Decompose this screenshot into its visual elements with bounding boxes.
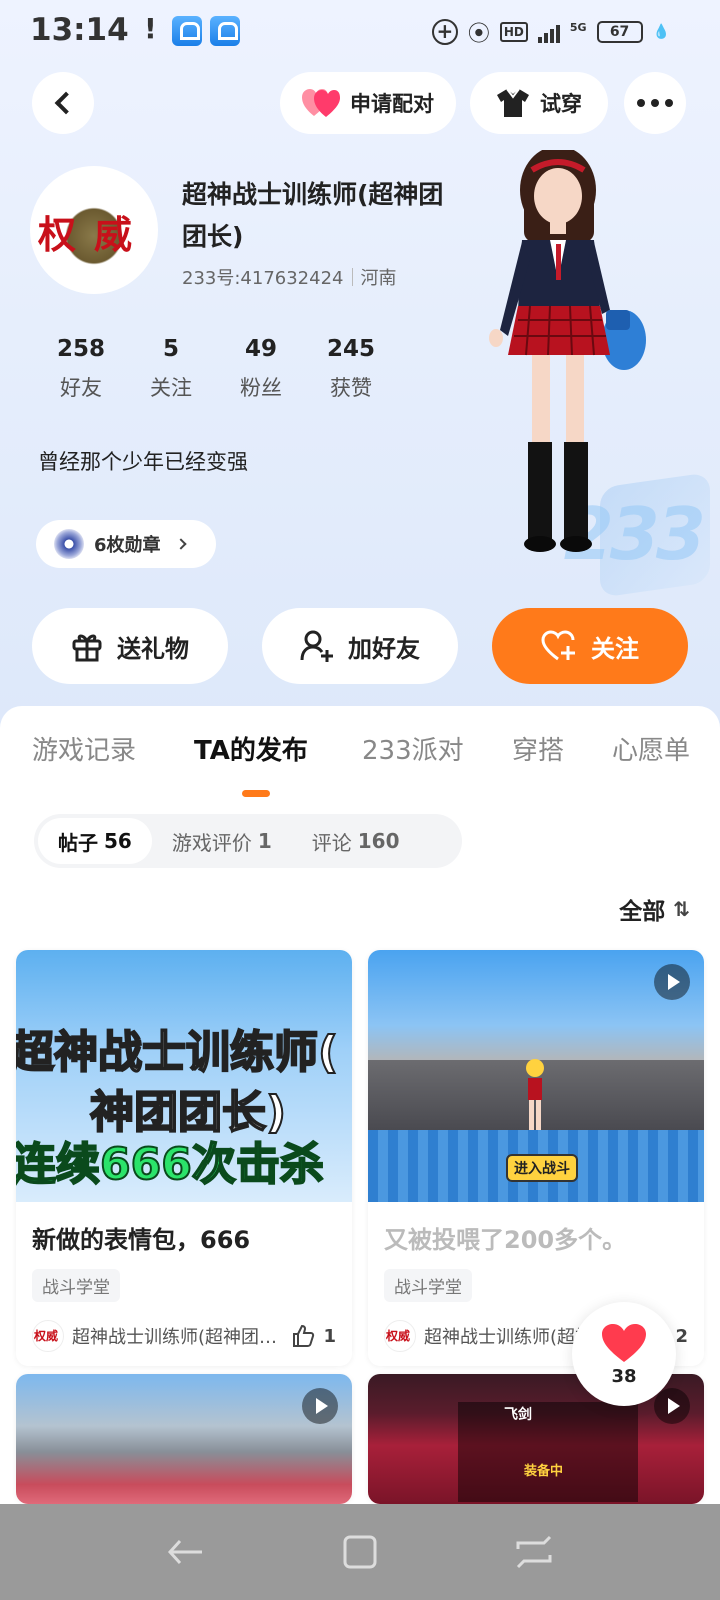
post-thumbnail — [16, 1374, 352, 1504]
author-name: 超神战士训练师(超神团团长) — [72, 1327, 284, 1348]
more-button[interactable] — [624, 72, 686, 134]
charging-icon: 💧 — [652, 24, 670, 40]
thumbs-up-icon[interactable] — [291, 1324, 315, 1348]
nav-recents-button[interactable] — [512, 1530, 556, 1574]
medals-label: 6枚勋章 — [94, 535, 161, 556]
avatar[interactable]: 权威 — [30, 166, 158, 294]
post-type-subtabs: 帖子 56 游戏评价 1 评论 160 — [34, 814, 462, 868]
post-card[interactable]: 超神战士训练师( 神团团长) 连续666次击杀 新做的表情包，666 战斗学堂 … — [16, 950, 352, 1366]
follow-button[interactable]: 关注 — [492, 608, 688, 684]
request-pair-button[interactable]: 申请配对 — [280, 72, 456, 134]
medal-icon — [54, 529, 84, 559]
follow-label: 关注 — [591, 634, 639, 663]
avatar-text: 权威 — [38, 212, 151, 257]
user-region: 河南 — [360, 268, 397, 289]
try-on-label: 试穿 — [540, 92, 582, 116]
add-friend-label: 加好友 — [348, 634, 420, 663]
play-icon — [654, 1388, 690, 1424]
tab-game-records[interactable]: 游戏记录 — [32, 730, 136, 767]
send-gift-label: 送礼物 — [117, 634, 189, 663]
subtab-comments[interactable]: 评论 160 — [292, 818, 420, 864]
stat-friends[interactable]: 258 好友 — [36, 336, 126, 402]
gift-icon — [72, 634, 102, 662]
author-avatar: 权威 — [384, 1320, 416, 1352]
try-on-button[interactable]: 试穿 — [470, 72, 608, 134]
back-arrow-icon — [167, 1539, 202, 1565]
stat-following[interactable]: 5 关注 — [126, 336, 216, 402]
bio: 曾经那个少年已经变强 — [38, 450, 248, 474]
author-avatar: 权威 — [32, 1320, 64, 1352]
home-square-icon — [343, 1535, 377, 1569]
subtab-posts[interactable]: 帖子 56 — [38, 818, 152, 864]
subtab-game-reviews[interactable]: 游戏评价 1 — [152, 818, 292, 864]
uid-row: 233号:417632424 河南 — [182, 264, 397, 290]
stat-fans[interactable]: 49 粉丝 — [216, 336, 306, 402]
data-saver-icon: + — [431, 19, 458, 45]
avatar-3d-character[interactable] — [470, 150, 660, 560]
post-tag[interactable]: 战斗学堂 — [32, 1269, 120, 1302]
hearts-icon — [302, 89, 340, 117]
nav-back-button[interactable] — [164, 1530, 208, 1574]
add-friend-button[interactable]: 加好友 — [262, 608, 458, 684]
add-user-icon — [300, 630, 333, 662]
network-type: 5G — [569, 20, 587, 34]
like-count: 1 — [323, 1325, 336, 1347]
tshirt-icon — [497, 88, 529, 117]
play-icon — [302, 1388, 338, 1424]
post-thumbnail: 超神战士训练师( 神团团长) 连续666次击杀 — [16, 950, 352, 1202]
recents-icon — [516, 1535, 552, 1569]
request-pair-label: 申请配对 — [350, 92, 434, 116]
tab-wishlist[interactable]: 心愿单 — [612, 730, 690, 767]
system-icons: + ⦿ HD 5G 67 💧 — [431, 16, 670, 48]
heart-plus-icon — [541, 630, 575, 661]
game-character — [526, 1059, 544, 1130]
chevron-right-icon — [174, 538, 187, 550]
post-footer: 权威 超神战士训练师(超神团团长) 1 — [32, 1320, 336, 1352]
heart-icon — [602, 1323, 646, 1362]
wifi-icon: ⦿ — [467, 22, 490, 47]
tab-233-party[interactable]: 233派对 — [362, 730, 464, 767]
system-nav-bar — [0, 1504, 720, 1600]
medals-button[interactable]: 6枚勋章 — [36, 520, 216, 568]
sort-icon: ⇅ — [673, 897, 690, 921]
stat-likes[interactable]: 245 获赞 — [306, 336, 396, 402]
post-card[interactable]: 进入战斗 又被投喂了200多个。 战斗学堂 权威 超神战士训练师(超神团团长) … — [368, 950, 704, 1366]
profile-tabs: 游戏记录 TA的发布 233派对 穿搭 心愿单 — [0, 730, 720, 790]
battery-icon: 67 — [596, 21, 643, 43]
send-gift-button[interactable]: 送礼物 — [32, 608, 228, 684]
back-button[interactable] — [32, 72, 94, 134]
like-float-count: 38 — [611, 1365, 637, 1387]
active-tab-indicator — [242, 790, 270, 797]
hd-icon: HD — [499, 22, 528, 42]
status-time: 13:14 — [30, 12, 129, 48]
post-title: 新做的表情包，666 — [32, 1226, 251, 1254]
stats-row: 258 好友 5 关注 49 粉丝 245 获赞 — [36, 336, 396, 402]
post-tag[interactable]: 战斗学堂 — [384, 1269, 472, 1302]
app-notification-icon — [172, 16, 202, 46]
more-dots-icon — [637, 99, 673, 107]
sort-filter[interactable]: 全部 ⇅ — [619, 892, 690, 926]
sort-label: 全部 — [619, 899, 666, 925]
tab-outfits[interactable]: 穿搭 — [512, 730, 564, 767]
floating-like-button[interactable]: 38 — [572, 1302, 676, 1406]
like-count: 2 — [675, 1325, 688, 1347]
chevron-left-icon — [54, 91, 78, 115]
play-icon — [654, 964, 690, 1000]
app-notification-icon — [210, 16, 240, 46]
alert-icon: ! — [144, 12, 157, 45]
post-title: 又被投喂了200多个。 — [384, 1226, 627, 1254]
post-thumbnail: 进入战斗 — [368, 950, 704, 1202]
tab-posts[interactable]: TA的发布 — [194, 730, 308, 767]
nickname: 超神战士训练师(超神团团长) — [182, 180, 444, 251]
status-bar: 13:14 ! + ⦿ HD 5G 67 💧 — [0, 0, 720, 64]
post-card[interactable] — [16, 1374, 352, 1504]
signal-icon — [537, 21, 560, 43]
user-id: 233号:417632424 — [182, 268, 344, 289]
nav-home-button[interactable] — [338, 1530, 382, 1574]
